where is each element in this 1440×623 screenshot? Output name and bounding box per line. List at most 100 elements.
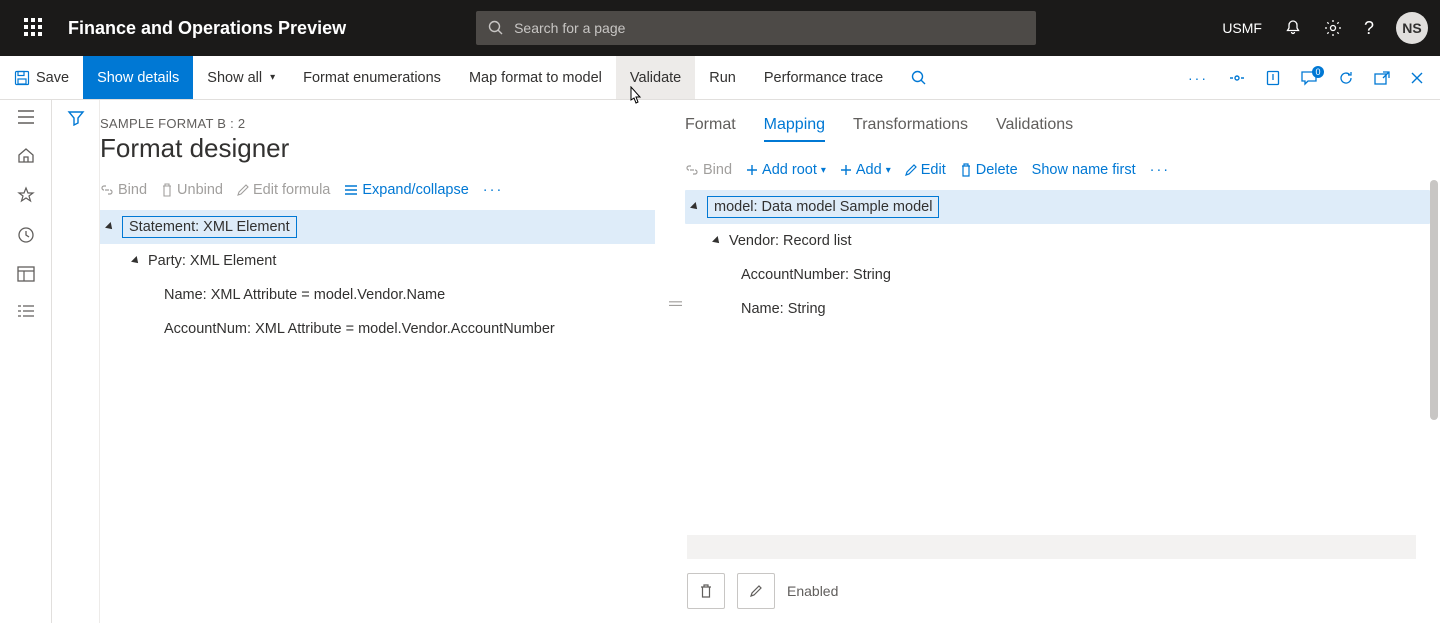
caret-icon xyxy=(105,222,115,232)
open-new-window-icon[interactable] xyxy=(1374,71,1390,85)
tree-node-name[interactable]: Name: XML Attribute = model.Vendor.Name xyxy=(100,278,655,312)
add-button[interactable]: Add▾ xyxy=(840,162,891,178)
show-details-button[interactable]: Show details xyxy=(83,56,193,99)
help-icon[interactable]: ? xyxy=(1364,18,1374,39)
tree-node-label: Party: XML Element xyxy=(148,253,276,269)
messages-badge: 0 xyxy=(1312,66,1324,78)
ribbon-search-button[interactable] xyxy=(897,56,941,99)
tree-node-label: Vendor: Record list xyxy=(729,233,852,249)
trash-icon xyxy=(699,583,713,599)
search-input[interactable]: Search for a page xyxy=(476,11,1036,45)
breadcrumb: SAMPLE FORMAT B : 2 xyxy=(100,116,655,131)
delete-icon-button[interactable] xyxy=(687,573,725,609)
tab-transformations[interactable]: Transformations xyxy=(853,116,968,142)
tree-node-label: AccountNum: XML Attribute = model.Vendor… xyxy=(164,321,555,337)
tab-validations[interactable]: Validations xyxy=(996,116,1073,142)
favorites-icon[interactable] xyxy=(17,186,35,204)
chevron-down-icon: ▾ xyxy=(821,165,826,176)
left-more-button[interactable]: ··· xyxy=(483,182,504,198)
map-format-to-model-button[interactable]: Map format to model xyxy=(455,56,616,99)
tab-format[interactable]: Format xyxy=(685,116,736,142)
format-enumerations-button[interactable]: Format enumerations xyxy=(289,56,455,99)
avatar[interactable]: NS xyxy=(1396,12,1428,44)
org-label[interactable]: USMF xyxy=(1222,20,1262,36)
messages-icon[interactable]: 0 xyxy=(1300,70,1318,86)
bind-button[interactable]: Bind xyxy=(100,182,147,198)
top-bar: Finance and Operations Preview Search fo… xyxy=(0,0,1440,56)
performance-trace-button[interactable]: Performance trace xyxy=(750,56,897,99)
caret-icon xyxy=(712,236,722,246)
right-more-button[interactable]: ··· xyxy=(1150,162,1171,178)
tab-mapping[interactable]: Mapping xyxy=(764,116,825,142)
save-button[interactable]: Save xyxy=(0,56,83,99)
bottom-strip xyxy=(687,535,1416,559)
edit-icon-button[interactable] xyxy=(737,573,775,609)
plus-icon xyxy=(840,164,852,176)
main: SAMPLE FORMAT B : 2 Format designer Bind… xyxy=(0,100,1440,623)
right-toolbar: Bind Add root▾ Add▾ Edit Delete xyxy=(685,162,1430,178)
right-tabs: Format Mapping Transformations Validatio… xyxy=(685,116,1430,142)
tree-node-accountnumber[interactable]: AccountNumber: String xyxy=(685,258,1430,292)
trash-icon xyxy=(960,163,972,177)
splitter-handle[interactable]: || xyxy=(669,300,685,307)
list-icon xyxy=(344,184,358,196)
tree-node-vendor[interactable]: Vendor: Record list xyxy=(685,224,1430,258)
filter-rail xyxy=(52,100,100,623)
delete-button[interactable]: Delete xyxy=(960,162,1018,178)
edit-button[interactable]: Edit xyxy=(905,162,946,178)
ribbon: Save Show details Show all▾ Format enume… xyxy=(0,56,1440,100)
hamburger-icon[interactable] xyxy=(17,110,35,124)
tree-node-name2[interactable]: Name: String xyxy=(685,292,1430,326)
page-title: Format designer xyxy=(100,133,655,164)
gear-icon[interactable] xyxy=(1324,19,1342,37)
show-name-first-button[interactable]: Show name first xyxy=(1032,162,1136,178)
edit-formula-button[interactable]: Edit formula xyxy=(237,182,330,198)
run-button[interactable]: Run xyxy=(695,56,750,99)
options-icon[interactable] xyxy=(1228,70,1246,86)
right-pane: || Format Mapping Transformations Valida… xyxy=(675,100,1440,623)
app-title: Finance and Operations Preview xyxy=(68,18,346,39)
caret-icon xyxy=(131,256,141,266)
unbind-button[interactable]: Unbind xyxy=(161,182,223,198)
format-tree: Statement: XML Element Party: XML Elemen… xyxy=(100,210,655,346)
validate-button[interactable]: Validate xyxy=(616,56,695,99)
link-icon xyxy=(100,184,114,196)
chevron-down-icon: ▾ xyxy=(886,165,891,176)
tree-node-label: AccountNumber: String xyxy=(741,267,891,283)
tree-node-statement[interactable]: Statement: XML Element xyxy=(100,210,655,244)
home-icon[interactable] xyxy=(17,146,35,164)
tree-node-accountnum[interactable]: AccountNum: XML Attribute = model.Vendor… xyxy=(100,312,655,346)
search-placeholder: Search for a page xyxy=(514,20,625,36)
modules-icon[interactable] xyxy=(17,304,35,318)
search-icon xyxy=(488,20,504,36)
add-root-button[interactable]: Add root▾ xyxy=(746,162,826,178)
bell-icon[interactable] xyxy=(1284,19,1302,37)
plus-icon xyxy=(746,164,758,176)
tree-node-label: Name: String xyxy=(741,301,826,317)
scrollbar[interactable] xyxy=(1430,180,1438,420)
left-rail xyxy=(0,100,52,623)
tree-node-label: Statement: XML Element xyxy=(122,216,297,238)
r-bind-button[interactable]: Bind xyxy=(685,162,732,178)
expand-collapse-button[interactable]: Expand/collapse xyxy=(344,182,468,198)
filter-icon[interactable] xyxy=(67,110,85,126)
pencil-icon xyxy=(905,164,917,176)
chevron-down-icon: ▾ xyxy=(270,72,275,83)
caret-icon xyxy=(690,202,700,212)
show-all-button[interactable]: Show all▾ xyxy=(193,56,289,99)
left-pane: SAMPLE FORMAT B : 2 Format designer Bind… xyxy=(100,100,675,623)
more-icon[interactable]: ··· xyxy=(1188,70,1208,86)
save-icon xyxy=(14,70,30,86)
waffle-icon[interactable] xyxy=(24,18,44,38)
attach-icon[interactable] xyxy=(1266,70,1280,86)
close-icon[interactable] xyxy=(1410,71,1424,85)
tree-node-model[interactable]: model: Data model Sample model xyxy=(685,190,1430,224)
trash-icon xyxy=(161,183,173,197)
tree-node-label: Name: XML Attribute = model.Vendor.Name xyxy=(164,287,445,303)
bottom-bar: Enabled xyxy=(687,573,838,609)
refresh-icon[interactable] xyxy=(1338,70,1354,86)
pencil-icon xyxy=(749,584,763,598)
workspace-icon[interactable] xyxy=(17,266,35,282)
recent-icon[interactable] xyxy=(17,226,35,244)
tree-node-party[interactable]: Party: XML Element xyxy=(100,244,655,278)
